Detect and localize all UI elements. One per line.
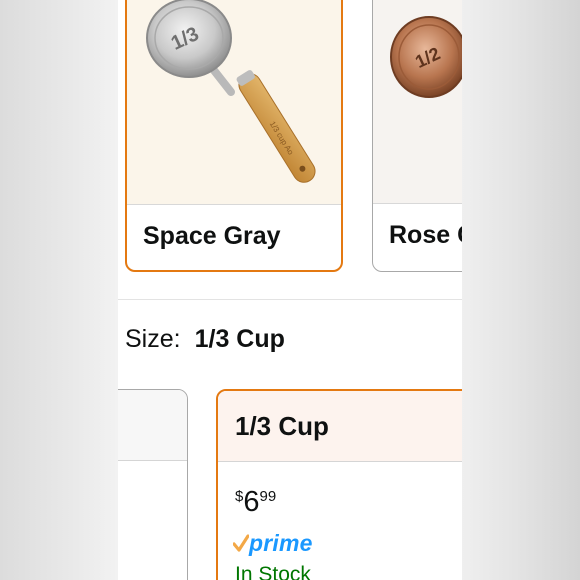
size-option-card-selected[interactable]: 1/3 Cup $699 prime In Stock	[216, 389, 462, 580]
color-option-label: Space Gray	[143, 222, 281, 250]
color-option-label: Rose Gold	[389, 221, 462, 249]
size-selected-value: 1/3 Cup	[194, 325, 285, 353]
background-blur-left	[0, 0, 118, 580]
measuring-cup-wood-handle-icon: 1/3 cup Ao 1/3	[146, 0, 316, 183]
size-key-label: Size:	[125, 325, 181, 353]
stock-status: In Stock	[235, 563, 311, 580]
color-option-rose-gold[interactable]: 1/2 Rose Gold	[372, 0, 462, 272]
swatch-divider	[373, 203, 462, 204]
price-fraction: 99	[259, 488, 277, 505]
price-currency-symbol: $	[235, 488, 244, 505]
section-divider	[118, 299, 462, 300]
product-image: 1/3 cup Ao 1/3	[127, 0, 341, 204]
size-selector-heading: Size: 1/3 Cup	[125, 325, 285, 354]
size-option-card[interactable]	[118, 389, 188, 580]
swatch-divider	[127, 204, 341, 205]
price: $699	[235, 486, 276, 519]
product-variation-panel: 1/3 cup Ao 1/3 Space Gray 1/2 Rose Size:…	[118, 0, 462, 580]
price-whole: 6	[243, 486, 260, 518]
product-image: 1/2	[373, 0, 462, 203]
size-option-header	[118, 390, 187, 461]
prime-label: prime	[249, 530, 313, 556]
color-option-space-gray[interactable]: 1/3 cup Ao 1/3 Space Gray	[125, 0, 343, 272]
background-blur-right	[462, 0, 580, 580]
size-option-title: 1/3 Cup	[235, 411, 329, 441]
prime-check-icon	[233, 534, 249, 552]
prime-badge: prime	[233, 530, 313, 558]
measuring-cup-copper-icon: 1/2	[390, 16, 462, 98]
size-option-header: 1/3 Cup	[218, 391, 462, 462]
